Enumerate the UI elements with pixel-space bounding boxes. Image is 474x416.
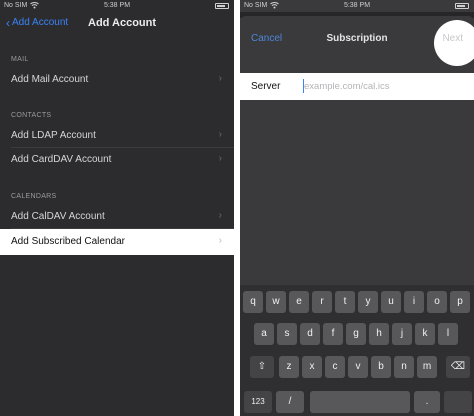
keyboard: qwertyuiop asdfghjkl zxcvbnm ⇧ ⌫ 123 / . <box>240 285 474 416</box>
section-header-contacts: CONTACTS <box>11 112 52 119</box>
key-j[interactable]: j <box>392 323 412 345</box>
space-key[interactable] <box>310 391 410 413</box>
row-add-ldap-account[interactable]: Add LDAP Account › <box>0 124 234 148</box>
key-h[interactable]: h <box>369 323 389 345</box>
key-x[interactable]: x <box>302 356 322 378</box>
server-input[interactable] <box>304 78 464 94</box>
key-z[interactable]: z <box>279 356 299 378</box>
key-u[interactable]: u <box>381 291 401 313</box>
return-key[interactable] <box>444 391 472 413</box>
key-r[interactable]: r <box>312 291 332 313</box>
battery-icon <box>455 3 469 9</box>
section-header-mail: MAIL <box>11 56 29 63</box>
row-add-subscribed-calendar[interactable]: Add Subscribed Calendar › <box>0 229 234 255</box>
key-y[interactable]: y <box>358 291 378 313</box>
row-label: Add Subscribed Calendar <box>11 236 125 247</box>
subscription-sheet: Cancel Subscription Next Server qwertyui… <box>240 16 474 416</box>
battery-icon <box>215 3 229 9</box>
chevron-right-icon: › <box>218 235 222 246</box>
navigation-bar: ‹ Add Account Add Account <box>0 12 234 36</box>
key-q[interactable]: q <box>243 291 263 313</box>
key-o[interactable]: o <box>427 291 447 313</box>
status-bar: No SIM 5:38 PM <box>0 0 234 12</box>
backspace-icon: ⌫ <box>450 361 466 372</box>
delete-key[interactable]: ⌫ <box>446 356 470 378</box>
key-p[interactable]: p <box>450 291 470 313</box>
chevron-left-icon: ‹ <box>6 15 10 30</box>
row-label: Add CalDAV Account <box>11 211 105 222</box>
back-button[interactable]: ‹ Add Account <box>6 15 69 30</box>
key-b[interactable]: b <box>371 356 391 378</box>
key-a[interactable]: a <box>254 323 274 345</box>
row-add-carddav-account[interactable]: Add CardDAV Account › <box>0 148 234 172</box>
row-add-caldav-account[interactable]: Add CalDAV Account › <box>0 205 234 229</box>
row-add-mail-account[interactable]: Add Mail Account › <box>0 68 234 92</box>
key-v[interactable]: v <box>348 356 368 378</box>
key-e[interactable]: e <box>289 291 309 313</box>
add-account-screen: No SIM 5:38 PM ‹ Add Account Add Account… <box>0 0 234 416</box>
row-label: Add Mail Account <box>11 74 89 85</box>
server-row: Server <box>240 73 474 100</box>
slash-key[interactable]: / <box>276 391 304 413</box>
row-label: Add LDAP Account <box>11 130 96 141</box>
page-title: Add Account <box>88 17 157 29</box>
shift-key[interactable]: ⇧ <box>250 356 274 378</box>
status-bar: No SIM 5:38 PM <box>240 0 474 12</box>
key-w[interactable]: w <box>266 291 286 313</box>
key-s[interactable]: s <box>277 323 297 345</box>
clock: 5:38 PM <box>103 2 131 9</box>
key-g[interactable]: g <box>346 323 366 345</box>
shift-icon: ⇧ <box>257 361 267 372</box>
key-f[interactable]: f <box>323 323 343 345</box>
period-key[interactable]: . <box>414 391 440 413</box>
subscription-screen: No SIM 5:38 PM Cancel Subscription Next … <box>240 0 474 416</box>
key-i[interactable]: i <box>404 291 424 313</box>
next-button[interactable]: Next <box>442 33 463 44</box>
chevron-right-icon: › <box>218 210 222 221</box>
key-n[interactable]: n <box>394 356 414 378</box>
key-c[interactable]: c <box>325 356 345 378</box>
numbers-key[interactable]: 123 <box>244 391 272 413</box>
key-k[interactable]: k <box>415 323 435 345</box>
chevron-right-icon: › <box>218 73 222 84</box>
chevron-right-icon: › <box>218 129 222 140</box>
back-label: Add Account <box>12 17 69 28</box>
key-d[interactable]: d <box>300 323 320 345</box>
chevron-right-icon: › <box>218 153 222 164</box>
section-header-calendars: CALENDARS <box>11 193 57 200</box>
row-label: Add CardDAV Account <box>11 154 112 165</box>
key-t[interactable]: t <box>335 291 355 313</box>
key-m[interactable]: m <box>417 356 437 378</box>
server-label: Server <box>251 81 281 92</box>
clock: 5:38 PM <box>343 2 371 9</box>
key-l[interactable]: l <box>438 323 458 345</box>
